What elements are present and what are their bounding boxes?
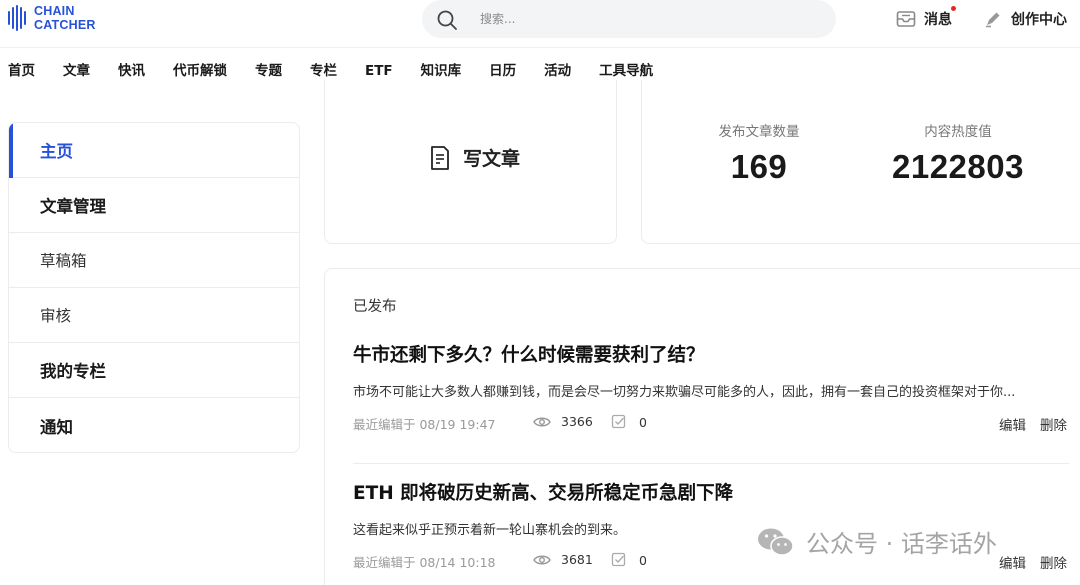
delete-button[interactable]: 删除 <box>1040 552 1067 572</box>
published-heading: 已发布 <box>353 299 397 315</box>
delete-button[interactable]: 删除 <box>1040 414 1067 434</box>
article-title[interactable]: ETH 即将破历史新高、交易所稳定币急剧下降 <box>353 479 1069 505</box>
article-meta: 最近编辑于 08/19 19:47 3366 0 编辑 删除 <box>353 414 1069 434</box>
edit-button[interactable]: 编辑 <box>999 552 1026 572</box>
content-heat-label: 内容热度值 <box>924 124 992 140</box>
article-view-count: 3681 <box>561 552 593 567</box>
sidebar-item-drafts[interactable]: 草稿箱 <box>9 233 299 288</box>
nav-item-articles[interactable]: 文章 <box>63 56 90 86</box>
pen-icon <box>986 12 1000 28</box>
eye-icon <box>533 417 551 426</box>
nav-item-token-unlock[interactable]: 代币解锁 <box>173 56 227 86</box>
sidebar-item-home[interactable]: 主页 <box>9 123 299 178</box>
creator-center-button[interactable]: 创作中心 <box>983 8 1067 30</box>
list-item: 牛市还剩下多久？什么时候需要获利了结？ 市场不可能让大多数人都赚到钱，而是会尽一… <box>353 341 1069 434</box>
nav-item-home[interactable]: 首页 <box>8 56 35 86</box>
sidebar-item-label: 草稿箱 <box>40 252 87 270</box>
search-input[interactable] <box>480 9 780 29</box>
eye-icon <box>533 555 551 564</box>
published-count-value: 169 <box>730 148 788 185</box>
write-article-button[interactable]: 写文章 <box>429 144 520 171</box>
article-edited-time: 最近编辑于 08/14 10:18 <box>353 555 496 570</box>
top-header: CHAIN CATCHER 消息 创作中心 <box>0 0 1080 48</box>
article-edited-time: 最近编辑于 08/19 19:47 <box>353 417 496 432</box>
article-view-count: 3366 <box>561 414 593 429</box>
article-actions: 编辑 删除 <box>999 414 1067 434</box>
sidebar-item-article-management[interactable]: 文章管理 <box>9 178 299 233</box>
sidebar-item-my-column[interactable]: 我的专栏 <box>9 343 299 398</box>
search-bar[interactable] <box>422 0 836 38</box>
article-views: 3681 <box>533 552 593 567</box>
stats-card: 发布文章数量 169 内容热度值 2122803 <box>641 80 1080 244</box>
wechat-icon <box>758 528 794 556</box>
checklist-icon <box>611 552 626 567</box>
article-comment-count: 0 <box>639 552 647 568</box>
logo-text: CHAIN CATCHER <box>34 4 96 32</box>
logo-line-2: CATCHER <box>34 18 96 32</box>
article-comments: 0 <box>611 552 647 568</box>
checklist-icon <box>611 414 626 429</box>
logo-line-1: CHAIN <box>34 4 75 18</box>
article-comment-count: 0 <box>639 414 647 430</box>
article-actions: 编辑 删除 <box>999 552 1067 572</box>
content-heat-value: 2122803 <box>892 148 1024 185</box>
messages-label: 消息 <box>924 12 952 28</box>
published-count-stat: 发布文章数量 169 <box>688 120 830 186</box>
sidebar: 主页 文章管理 草稿箱 审核 我的专栏 通知 <box>8 122 300 453</box>
inbox-icon <box>896 11 916 27</box>
list-divider <box>353 463 1069 464</box>
sidebar-item-label: 通知 <box>40 417 73 437</box>
sidebar-item-label: 审核 <box>40 307 72 325</box>
write-article-card: 写文章 <box>324 80 617 244</box>
article-views: 3366 <box>533 414 593 429</box>
article-summary: 市场不可能让大多数人都赚到钱，而是会尽一切努力来欺骗尽可能多的人，因此，拥有一套… <box>353 385 1016 400</box>
sidebar-item-label: 我的专栏 <box>40 362 106 381</box>
published-count-label: 发布文章数量 <box>718 124 800 140</box>
content-heat-stat: 内容热度值 2122803 <box>878 120 1038 186</box>
edit-button[interactable]: 编辑 <box>999 414 1026 434</box>
creator-center-label: 创作中心 <box>1011 12 1067 28</box>
sidebar-item-notifications[interactable]: 通知 <box>9 398 299 452</box>
sidebar-item-label: 主页 <box>40 142 73 161</box>
write-article-label: 写文章 <box>463 148 521 170</box>
messages-button[interactable]: 消息 <box>896 6 956 30</box>
nav-item-topics[interactable]: 专题 <box>255 56 282 86</box>
watermark: 公众号 · 话李话外 <box>756 524 997 559</box>
article-comments: 0 <box>611 414 647 430</box>
logo-mark-icon <box>8 5 28 31</box>
nav-item-newsflash[interactable]: 快讯 <box>118 56 145 86</box>
sidebar-item-review[interactable]: 审核 <box>9 288 299 343</box>
chaincatcher-logo[interactable]: CHAIN CATCHER <box>8 4 96 32</box>
watermark-text: 公众号 · 话李话外 <box>806 530 997 558</box>
article-title[interactable]: 牛市还剩下多久？什么时候需要获利了结？ <box>353 341 1069 367</box>
document-edit-icon <box>431 145 449 170</box>
search-icon[interactable] <box>436 9 458 31</box>
notification-dot <box>951 6 956 11</box>
sidebar-item-label: 文章管理 <box>40 197 106 216</box>
